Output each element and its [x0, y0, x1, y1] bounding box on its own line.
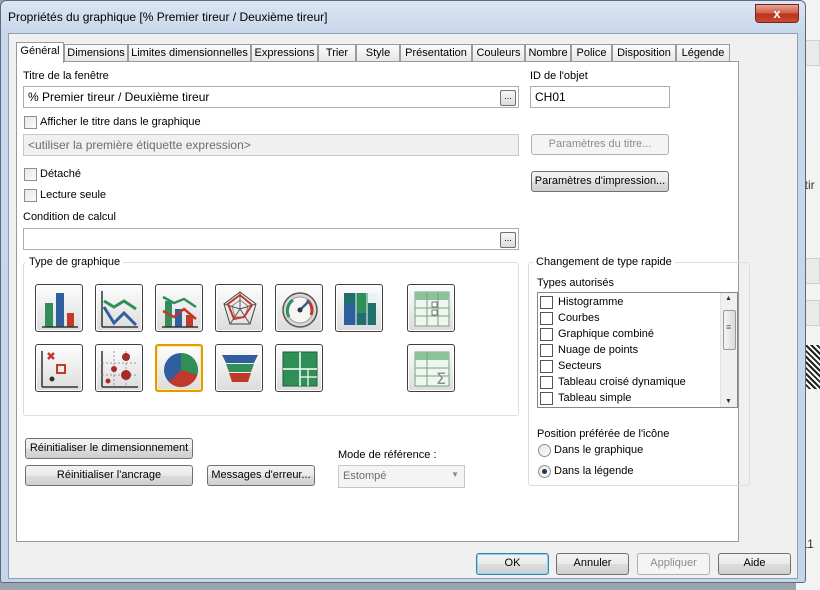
list-item-checkbox[interactable] — [540, 392, 553, 405]
block-chart-icon[interactable] — [275, 344, 323, 392]
scatter-chart-icon[interactable] — [35, 344, 83, 392]
grid-chart-icon[interactable] — [95, 344, 143, 392]
chart-title-input[interactable]: <utiliser la première étiquette expressi… — [23, 134, 519, 156]
straight-table-icon[interactable]: Σ — [407, 344, 455, 392]
tab-layout[interactable]: Disposition — [612, 44, 676, 62]
calc-condition-label: Condition de calcul — [23, 211, 116, 223]
list-item-checkbox[interactable] — [540, 296, 553, 309]
tab-legend[interactable]: Légende — [676, 44, 730, 62]
title-bar[interactable]: Propriétés du graphique [% Premier tireu… — [1, 1, 805, 33]
icon-position-in-chart-label: Dans le graphique — [554, 444, 644, 456]
icon-position-in-legend-label: Dans la légende — [554, 465, 634, 477]
cancel-button[interactable]: Annuler — [556, 553, 629, 575]
list-scrollbar[interactable]: ▲ ▼ — [720, 293, 737, 407]
readonly-label: Lecture seule — [40, 189, 107, 201]
list-item-checkbox[interactable] — [540, 328, 553, 341]
apply-button[interactable]: Appliquer — [637, 553, 710, 575]
chart-type-group-title: Type de graphique — [26, 256, 124, 268]
tab-font[interactable]: Police — [571, 44, 612, 62]
tab-dimensions[interactable]: Dimensions — [64, 44, 128, 62]
reset-sizing-button[interactable]: Réinitialiser le dimensionnement — [25, 438, 193, 459]
mekko-chart-icon[interactable] — [335, 284, 383, 332]
reference-mode-select[interactable]: Estompé ▼ — [338, 465, 465, 488]
close-button[interactable]: x — [755, 4, 799, 23]
tab-sort[interactable]: Trier — [318, 44, 356, 62]
svg-text:Σ: Σ — [436, 369, 446, 388]
reference-mode-value: Estompé — [343, 470, 387, 482]
detached-label: Détaché — [40, 168, 81, 180]
tab-presentation[interactable]: Présentation — [400, 44, 472, 62]
line-chart-icon[interactable] — [95, 284, 143, 332]
fast-type-change-title: Changement de type rapide — [533, 256, 675, 268]
gauge-chart-icon[interactable] — [275, 284, 323, 332]
tab-style[interactable]: Style — [356, 44, 400, 62]
show-title-label: Afficher le titre dans le graphique — [40, 116, 201, 128]
scroll-down-icon[interactable]: ▼ — [725, 398, 732, 405]
title-settings-button[interactable]: Paramètres du titre... — [531, 134, 669, 155]
icon-position-in-legend-radio[interactable] — [538, 465, 551, 478]
pivot-table-icon[interactable] — [407, 284, 455, 332]
object-id-label: ID de l'objet — [530, 70, 588, 82]
tab-colors[interactable]: Couleurs — [472, 44, 525, 62]
close-icon: x — [773, 6, 781, 21]
ok-button[interactable]: OK — [476, 553, 549, 575]
error-messages-button[interactable]: Messages d'erreur... — [207, 465, 315, 486]
scroll-up-icon[interactable]: ▲ — [725, 295, 732, 302]
list-item-checkbox[interactable] — [540, 312, 553, 325]
reference-mode-label: Mode de référence : — [338, 449, 437, 461]
allowed-types-label: Types autorisés — [537, 277, 615, 289]
tab-general[interactable]: Général — [16, 42, 64, 63]
window-title: Propriétés du graphique [% Premier tireu… — [8, 10, 328, 24]
print-settings-button[interactable]: Paramètres d'impression... — [531, 171, 669, 192]
readonly-checkbox[interactable] — [24, 189, 37, 202]
radar-chart-icon[interactable] — [215, 284, 263, 332]
icon-position-label: Position préférée de l'icône — [537, 428, 670, 440]
calc-condition-input[interactable] — [23, 228, 519, 250]
tab-expressions[interactable]: Expressions — [251, 44, 318, 62]
allowed-types-list[interactable]: Histogramme Courbes Graphique combiné Nu… — [537, 292, 738, 408]
calc-condition-ellipsis-button[interactable]: ... — [500, 232, 516, 248]
scroll-thumb[interactable] — [723, 310, 736, 350]
tab-number[interactable]: Nombre — [525, 44, 571, 62]
bar-chart-icon[interactable] — [35, 284, 83, 332]
detached-checkbox[interactable] — [24, 168, 37, 181]
list-item-checkbox[interactable] — [540, 376, 553, 389]
combo-chart-icon[interactable] — [155, 284, 203, 332]
show-title-checkbox[interactable] — [24, 116, 37, 129]
general-tab-panel: Titre de la fenêtre % Premier tireur / D… — [16, 61, 750, 542]
object-id-input[interactable]: CH01 — [530, 86, 670, 108]
tab-dimension-limits[interactable]: Limites dimensionnelles — [128, 44, 251, 62]
chart-properties-dialog: Propriétés du graphique [% Premier tireu… — [0, 0, 806, 583]
icon-position-in-chart-radio[interactable] — [538, 444, 551, 457]
pie-chart-icon[interactable] — [155, 344, 203, 392]
list-item-checkbox[interactable] — [540, 344, 553, 357]
window-title-label: Titre de la fenêtre — [23, 70, 109, 82]
window-title-input[interactable]: % Premier tireur / Deuxième tireur — [23, 86, 519, 108]
window-title-ellipsis-button[interactable]: ... — [500, 90, 516, 106]
help-button[interactable]: Aide — [718, 553, 791, 575]
dialog-client-area: Général Dimensions Limites dimensionnell… — [8, 33, 798, 579]
list-item-checkbox[interactable] — [540, 360, 553, 373]
funnel-chart-icon[interactable] — [215, 344, 263, 392]
reset-anchoring-button[interactable]: Réinitialiser l'ancrage — [25, 465, 193, 486]
chevron-down-icon: ▼ — [451, 470, 459, 479]
